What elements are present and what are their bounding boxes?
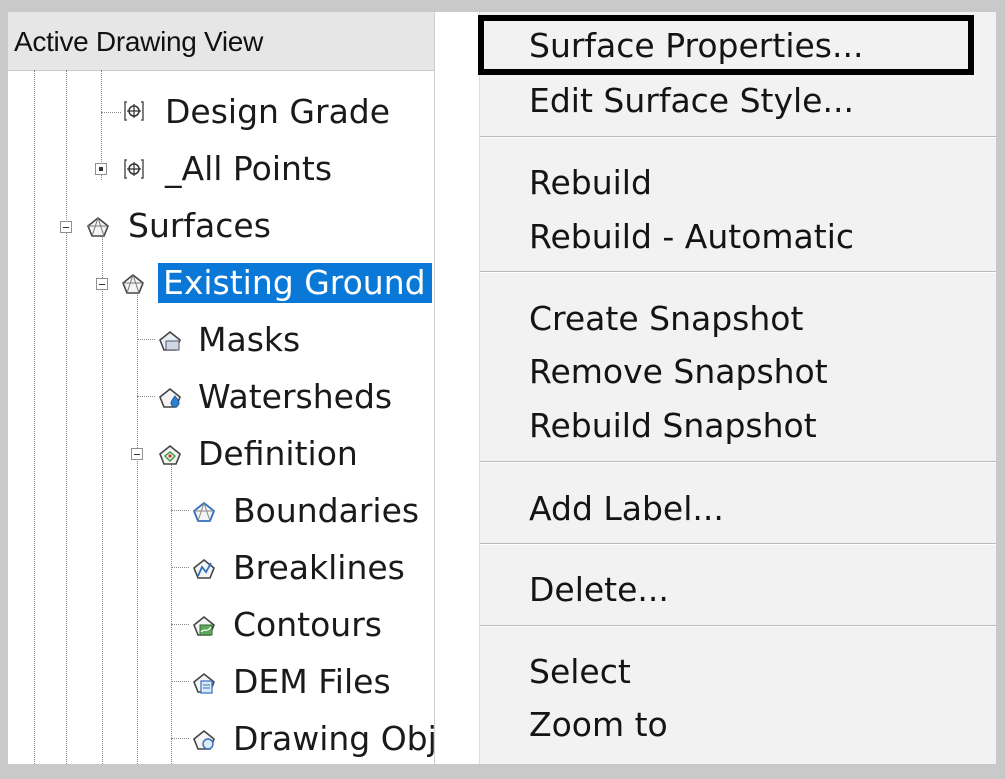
tree-guide-line	[34, 70, 35, 764]
tree-guide-line	[101, 112, 121, 113]
tree-item-label: Existing Ground	[158, 263, 432, 303]
menu-separator	[480, 543, 996, 546]
tree-guide-line	[66, 70, 67, 764]
dem-files-icon	[192, 672, 215, 694]
menu-item-zoom-to[interactable]: Zoom to	[529, 705, 668, 745]
surface-icon	[121, 273, 144, 295]
collapse-toggle[interactable]	[96, 278, 108, 290]
watersheds-icon	[158, 387, 181, 409]
tree-item-label: Contours	[233, 605, 382, 644]
menu-separator	[480, 271, 996, 274]
point-group-icon	[123, 100, 145, 122]
tree-header: Active Drawing View	[8, 12, 434, 71]
tree-guide-line	[171, 567, 189, 568]
tree-item-label: Drawing Obj	[233, 719, 435, 758]
menu-item-select[interactable]: Select	[529, 652, 631, 692]
tree-item-label: Masks	[198, 320, 301, 359]
tree-header-label: Active Drawing View	[14, 26, 263, 57]
menu-item-edit-surface-style[interactable]: Edit Surface Style...	[529, 81, 854, 121]
collapse-toggle[interactable]	[131, 448, 143, 460]
menu-item-rebuild[interactable]: Rebuild	[529, 163, 652, 203]
tree-guide-line	[137, 339, 155, 340]
boundaries-icon	[192, 501, 216, 523]
masks-icon	[158, 330, 181, 352]
definition-icon	[158, 444, 181, 466]
context-menu: Surface Properties... Edit Surface Style…	[479, 12, 996, 764]
contours-icon	[192, 615, 215, 637]
tree-item-label: Surfaces	[128, 206, 271, 245]
menu-item-delete[interactable]: Delete...	[529, 570, 669, 610]
drawing-objects-icon	[192, 729, 215, 751]
tree-guide-line	[102, 227, 103, 764]
menu-separator	[480, 625, 996, 628]
menu-item-add-label[interactable]: Add Label...	[529, 489, 724, 529]
tree-guide-line	[171, 457, 172, 764]
tree-item-label: Breaklines	[233, 548, 405, 587]
tree-item-label: Watersheds	[198, 377, 393, 416]
tree-guide-line	[137, 287, 138, 764]
screenshot-area: Active Drawing View Design Grade _All Po…	[8, 12, 996, 764]
surfaces-icon	[86, 216, 109, 238]
tree-item-label: Boundaries	[233, 491, 420, 530]
tree-guide-line	[171, 510, 189, 511]
tree-guide-line	[171, 624, 189, 625]
menu-separator	[480, 461, 996, 464]
menu-separator	[480, 136, 996, 139]
tree-item-label: Definition	[198, 434, 358, 473]
tree-guide-line	[137, 396, 155, 397]
collapse-toggle[interactable]	[60, 221, 72, 233]
tree-item-label: Design Grade	[165, 92, 391, 131]
tree-item-label: DEM Files	[233, 662, 391, 701]
point-group-icon	[123, 158, 145, 180]
tree-guide-line	[171, 738, 189, 739]
menu-item-rebuild-snapshot[interactable]: Rebuild Snapshot	[529, 406, 817, 446]
breaklines-icon	[192, 558, 215, 580]
menu-item-surface-properties[interactable]: Surface Properties...	[529, 26, 863, 66]
prospector-tree-panel: Active Drawing View Design Grade _All Po…	[8, 12, 435, 764]
tree-item-label: _All Points	[165, 149, 333, 188]
tree-guide-line	[171, 681, 189, 682]
menu-item-remove-snapshot[interactable]: Remove Snapshot	[529, 352, 828, 392]
menu-item-rebuild-automatic[interactable]: Rebuild - Automatic	[529, 217, 854, 257]
expand-toggle[interactable]	[95, 163, 107, 175]
menu-item-create-snapshot[interactable]: Create Snapshot	[529, 299, 803, 339]
